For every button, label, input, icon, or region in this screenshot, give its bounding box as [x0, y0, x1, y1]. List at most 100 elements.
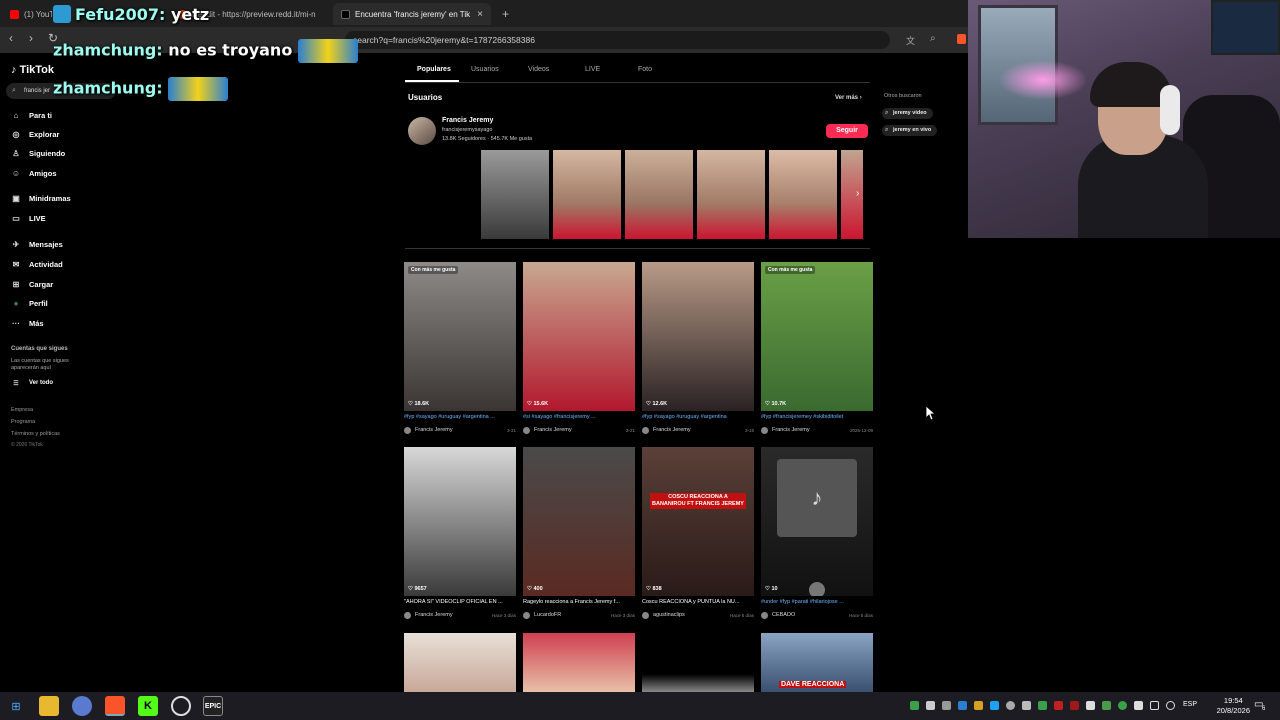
- video-caption[interactable]: #under #fyp #parati #hilariojose ...: [761, 599, 873, 605]
- video-card[interactable]: Con más me gusta ♡ 18.6K: [404, 262, 516, 411]
- tray-icon[interactable]: [1070, 701, 1079, 710]
- tray-icon[interactable]: [958, 701, 967, 710]
- tray-icon[interactable]: [974, 701, 983, 710]
- nav-perfil[interactable]: ● Perfil: [11, 296, 48, 310]
- video-card[interactable]: ♪ ♡ 10: [761, 447, 873, 596]
- tray-icon[interactable]: [1134, 701, 1143, 710]
- epic-games-icon[interactable]: EPIC: [203, 696, 223, 716]
- video-author-row[interactable]: LucardoFR Hace 3 días: [523, 610, 635, 620]
- video-card[interactable]: ♡ 15.6K: [523, 262, 635, 411]
- video-card-partial[interactable]: [642, 633, 754, 692]
- nav-minidramas[interactable]: ▣ Minidramas: [11, 191, 70, 205]
- video-author-row[interactable]: Francis Jeremy 3-21: [404, 425, 516, 435]
- nav-mas[interactable]: ··· Más: [11, 316, 44, 330]
- obs-icon[interactable]: [171, 696, 191, 716]
- video-card-partial[interactable]: DAVE REACCIONA: [761, 633, 873, 692]
- close-tab-icon[interactable]: ×: [477, 9, 483, 20]
- nav-siguiendo[interactable]: ♙ Siguiendo: [11, 146, 65, 160]
- tab-foto[interactable]: Foto: [638, 66, 652, 73]
- tab-videos[interactable]: Videos: [528, 66, 549, 73]
- related-search-pill[interactable]: ⌕ jeremy en vivo: [882, 125, 938, 136]
- user-video-thumb[interactable]: [553, 150, 621, 239]
- user-name[interactable]: Francis Jeremy: [442, 117, 493, 124]
- tray-icon[interactable]: [910, 701, 919, 710]
- user-video-thumb[interactable]: [625, 150, 693, 239]
- video-caption[interactable]: #fyp #sayago #uruguay #argentina: [642, 414, 754, 420]
- tab-tiktok-search[interactable]: Encuentra 'francis jeremy' en Tik ×: [333, 3, 491, 25]
- video-caption[interactable]: #fyp #francisjeremey #skibiditoilet: [761, 414, 873, 420]
- tray-icon[interactable]: [1006, 701, 1015, 710]
- nav-actividad[interactable]: ✉ Actividad: [11, 257, 63, 271]
- translate-icon[interactable]: ⽂: [906, 34, 915, 47]
- video-card-partial[interactable]: [523, 633, 635, 692]
- video-caption[interactable]: #fyp #sayago #uruguay #argentina ...: [404, 414, 516, 420]
- tray-icon[interactable]: [1038, 701, 1047, 710]
- video-caption[interactable]: Coscu REACCIONA y PUNTUA la NU...: [642, 599, 754, 605]
- forward-icon[interactable]: ›: [29, 31, 33, 45]
- back-icon[interactable]: ‹: [9, 31, 13, 45]
- tab-populares[interactable]: Populares: [417, 66, 451, 73]
- tab-usuarios[interactable]: Usuarios: [471, 66, 499, 73]
- nav-explorar[interactable]: ◎ Explorar: [11, 127, 60, 141]
- language-indicator[interactable]: ESP: [1183, 701, 1197, 708]
- tray-icon[interactable]: [1022, 701, 1031, 710]
- tray-icon[interactable]: [942, 701, 951, 710]
- user-video-thumb[interactable]: [841, 150, 863, 239]
- video-card[interactable]: ♡ 9657: [404, 447, 516, 596]
- nav-amigos[interactable]: ☺ Amigos: [11, 166, 57, 180]
- video-card[interactable]: ♡ 400: [523, 447, 635, 596]
- user-video-thumb[interactable]: [769, 150, 837, 239]
- video-card[interactable]: ♡ 12.6K: [642, 262, 754, 411]
- tray-icon[interactable]: [1118, 701, 1127, 710]
- video-author-row[interactable]: Francis Jeremy 3-15: [642, 425, 754, 435]
- nav-live[interactable]: ▭ LIVE: [11, 211, 45, 225]
- windows-start-icon[interactable]: ⊞: [6, 696, 26, 716]
- app-icon[interactable]: [72, 696, 92, 716]
- user-video-thumb[interactable]: [697, 150, 765, 239]
- video-caption[interactable]: "AHORA SI" VIDEOCLIP OFICIAL EN ...: [404, 599, 516, 605]
- file-explorer-icon[interactable]: [39, 696, 59, 716]
- url-field[interactable]: search?q=francis%20jeremy&t=178726635838…: [345, 31, 890, 49]
- video-author-row[interactable]: agustinaclips Hace 5 días: [642, 610, 754, 620]
- video-card[interactable]: COSCU REACCIONA A BANANIROU FT FRANCIS J…: [642, 447, 754, 596]
- user-avatar[interactable]: [408, 117, 436, 145]
- user-video-thumb[interactable]: [481, 150, 549, 239]
- tray-icon[interactable]: [1054, 701, 1063, 710]
- nav-mensajes[interactable]: ✈ Mensajes: [11, 237, 63, 251]
- new-tab-button[interactable]: +: [494, 3, 516, 25]
- nav-para-ti[interactable]: ⌂ Para ti: [11, 108, 52, 122]
- carousel-next-icon[interactable]: ›: [856, 188, 859, 199]
- video-card-partial[interactable]: [404, 633, 516, 692]
- network-icon[interactable]: [1150, 701, 1159, 710]
- footer-empresa[interactable]: Empresa: [11, 407, 33, 414]
- tray-icon[interactable]: [990, 701, 999, 710]
- tab-live[interactable]: LIVE: [585, 66, 600, 73]
- nav-cargar[interactable]: ⊞ Cargar: [11, 277, 54, 291]
- taskbar-clock[interactable]: 19:54 20/8/2026: [1217, 696, 1250, 716]
- footer-programa[interactable]: Programa: [11, 419, 35, 426]
- pause-icon[interactable]: [809, 582, 825, 596]
- like-count: ♡ 9657: [408, 586, 427, 592]
- video-caption[interactable]: Rageylo reacciona a Francis Jeremy f...: [523, 599, 635, 605]
- video-author-row[interactable]: Francis Jeremy Hace 3 días: [404, 610, 516, 620]
- video-author-row[interactable]: Francis Jeremy 2025-12-09: [761, 425, 873, 435]
- see-more-link[interactable]: Ver más ›: [835, 95, 862, 101]
- video-card[interactable]: Con más me gusta ♡ 10.7K: [761, 262, 873, 411]
- related-search-pill[interactable]: ⌕ jeremy video: [882, 108, 933, 119]
- tray-icon[interactable]: [1102, 701, 1111, 710]
- tiktok-logo[interactable]: ♪ TikTok: [11, 64, 54, 76]
- see-all-link[interactable]: ☰ Ver todo: [11, 376, 53, 390]
- follow-button[interactable]: Seguir: [826, 124, 868, 138]
- zoom-icon[interactable]: ⌕: [930, 33, 936, 44]
- volume-icon[interactable]: [1166, 701, 1175, 710]
- kick-icon[interactable]: K: [138, 696, 158, 716]
- video-caption[interactable]: #si #sayago #francisjeremy ...: [523, 414, 635, 420]
- video-author-row[interactable]: CEBADO Hace 5 días: [761, 610, 873, 620]
- tray-icon[interactable]: [1086, 701, 1095, 710]
- brave-shield-icon[interactable]: [957, 34, 966, 44]
- brave-icon[interactable]: [105, 696, 125, 716]
- tab-youtube[interactable]: (1) YouTu: [2, 3, 52, 25]
- footer-terminos[interactable]: Términos y políticas: [11, 431, 60, 438]
- video-author-row[interactable]: Francis Jeremy 3-21: [523, 425, 635, 435]
- tray-icon[interactable]: [926, 701, 935, 710]
